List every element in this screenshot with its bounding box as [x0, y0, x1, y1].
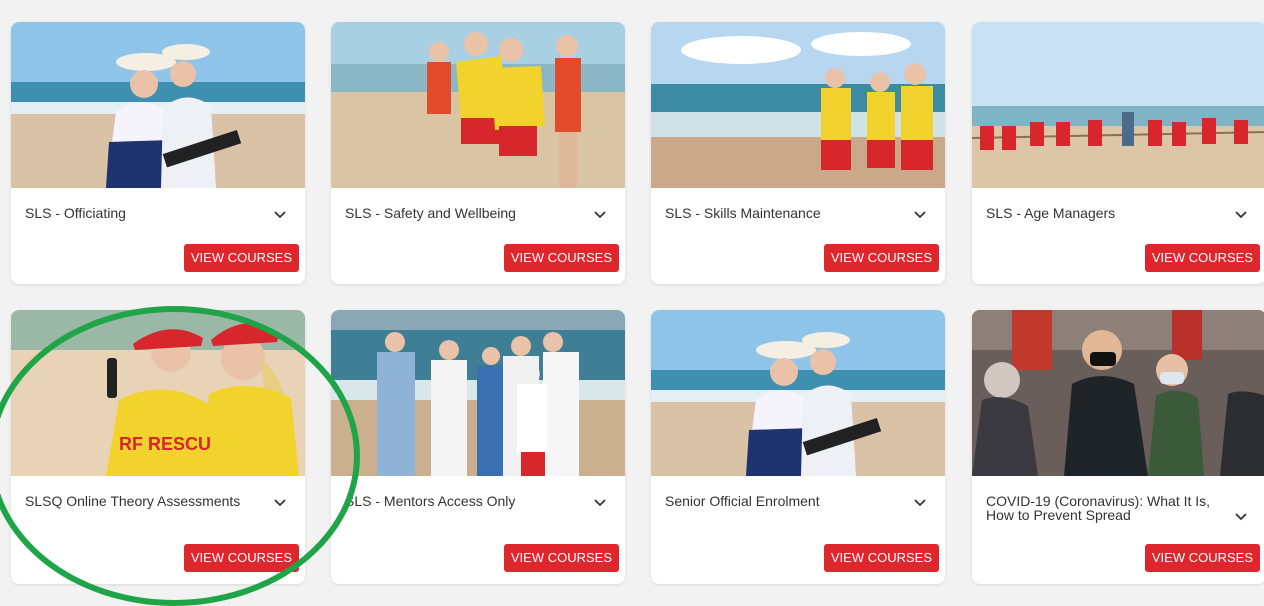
course-card[interactable]: SLS - Officiating VIEW COURSES — [11, 22, 305, 284]
card-image-mentors[interactable] — [331, 310, 625, 476]
chevron-down-icon[interactable] — [913, 210, 927, 220]
course-card[interactable]: SLS - Mentors Access Only VIEW COURSES — [331, 310, 625, 584]
card-title: COVID-19 (Coronavirus): What It Is, How … — [986, 493, 1211, 523]
chevron-down-icon[interactable] — [1234, 210, 1248, 220]
card-image-age-managers[interactable] — [972, 22, 1264, 188]
card-title: SLS - Skills Maintenance — [665, 205, 821, 221]
card-title: SLS - Age Managers — [986, 205, 1116, 221]
svg-text:RF RESCU: RF RESCU — [119, 434, 211, 454]
view-courses-button[interactable]: VIEW COURSES — [503, 244, 619, 272]
view-courses-button[interactable]: VIEW COURSES — [823, 244, 939, 272]
chevron-down-icon[interactable] — [273, 498, 287, 508]
card-image-covid[interactable] — [972, 310, 1264, 476]
chevron-down-icon[interactable] — [913, 498, 927, 508]
view-courses-button[interactable]: VIEW COURSES — [823, 544, 939, 572]
card-title: Senior Official Enrolment — [665, 493, 820, 509]
course-card[interactable]: COVID-19 (Coronavirus): What It Is, How … — [972, 310, 1264, 584]
card-image-safety[interactable] — [331, 22, 625, 188]
course-card[interactable]: SLS - Safety and Wellbeing VIEW COURSES — [331, 22, 625, 284]
card-title: SLS - Officiating — [25, 205, 126, 221]
card-image-theory[interactable]: RF RESCU — [11, 310, 305, 476]
view-courses-button[interactable]: VIEW COURSES — [183, 244, 299, 272]
view-courses-button[interactable]: VIEW COURSES — [503, 544, 619, 572]
card-image-skills[interactable] — [651, 22, 945, 188]
chevron-down-icon[interactable] — [593, 498, 607, 508]
chevron-down-icon[interactable] — [273, 210, 287, 220]
course-card[interactable]: SLS - Age Managers VIEW COURSES — [972, 22, 1264, 284]
course-card[interactable]: Senior Official Enrolment VIEW COURSES — [651, 310, 945, 584]
view-courses-button[interactable]: VIEW COURSES — [183, 544, 299, 572]
course-card[interactable]: SLS - Skills Maintenance VIEW COURSES — [651, 22, 945, 284]
chevron-down-icon[interactable] — [1234, 512, 1248, 522]
card-image-senior-official[interactable] — [651, 310, 945, 476]
chevron-down-icon[interactable] — [593, 210, 607, 220]
card-image-officiating[interactable] — [11, 22, 305, 188]
view-courses-button[interactable]: VIEW COURSES — [1144, 244, 1260, 272]
course-card[interactable]: RF RESCU SLSQ Online Theory Assessments … — [11, 310, 305, 584]
card-title: SLSQ Online Theory Assessments — [25, 493, 241, 509]
card-title: SLS - Safety and Wellbeing — [345, 205, 516, 221]
view-courses-button[interactable]: VIEW COURSES — [1144, 544, 1260, 572]
card-title: SLS - Mentors Access Only — [345, 493, 516, 509]
